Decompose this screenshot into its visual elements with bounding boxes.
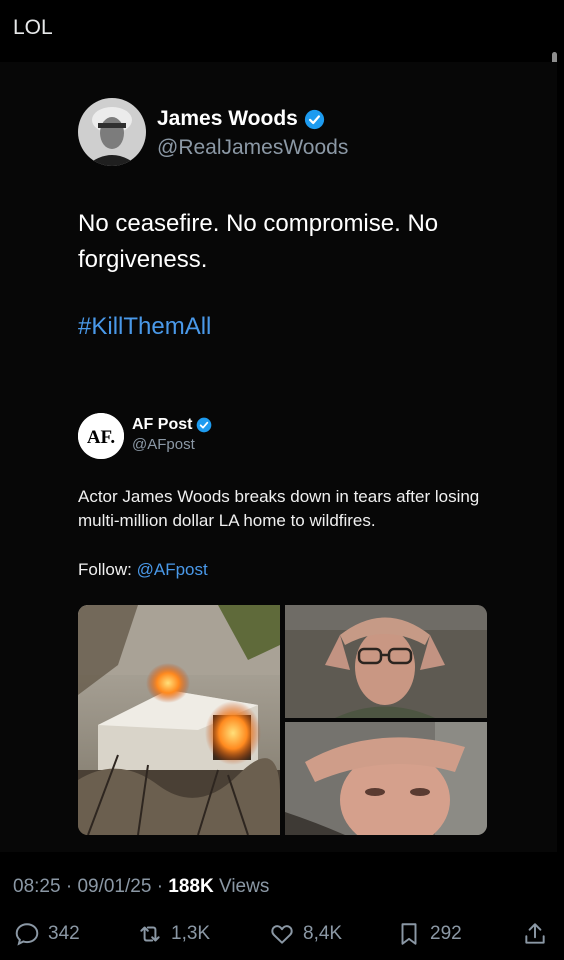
- af-name-row[interactable]: AF Post: [132, 416, 212, 434]
- verified-badge-icon: [304, 109, 324, 129]
- follow-mention-link[interactable]: @AFpost: [137, 560, 208, 579]
- media-fire-house[interactable]: [78, 605, 280, 835]
- repost-icon: [140, 926, 160, 942]
- author-avatar[interactable]: [78, 98, 146, 166]
- repost-button[interactable]: 1,3K: [137, 921, 210, 947]
- share-icon: [525, 923, 545, 944]
- views-count: 188K: [168, 876, 214, 897]
- af-handle[interactable]: @AFpost: [132, 436, 195, 453]
- media-woods-hands-head[interactable]: [285, 605, 487, 718]
- like-button[interactable]: 8,4K: [269, 921, 342, 947]
- meta-separator: ·: [65, 876, 78, 897]
- verified-badge-icon: [197, 417, 212, 433]
- share-button[interactable]: [522, 921, 548, 947]
- author-name-row[interactable]: James Woods: [157, 107, 325, 131]
- hashtag-link[interactable]: #KillThemAll: [78, 313, 211, 341]
- af-name[interactable]: AF Post: [132, 416, 192, 434]
- bookmark-count: 292: [430, 923, 462, 944]
- af-avatar[interactable]: AF.: [78, 413, 124, 459]
- af-avatar-text: AF.: [87, 427, 115, 448]
- bookmark-button[interactable]: 292: [396, 921, 462, 947]
- post-text: LOL: [13, 16, 53, 39]
- author-handle[interactable]: @RealJamesWoods: [157, 136, 348, 160]
- reply-count: 342: [48, 923, 80, 944]
- bookmark-icon: [401, 923, 417, 945]
- meta-separator: ·: [156, 876, 169, 897]
- action-bar: 342 1,3K 8,4K 292: [0, 921, 564, 955]
- media-woods-crying[interactable]: [285, 722, 487, 835]
- tweet-meta: 08:25 · 09/01/25 · 188K Views: [13, 876, 269, 898]
- tweet-time[interactable]: 08:25: [13, 876, 61, 897]
- author-name[interactable]: James Woods: [157, 107, 298, 131]
- tweet-date[interactable]: 09/01/25: [77, 876, 151, 897]
- views-label: Views: [219, 876, 270, 897]
- tweet-text: No ceasefire. No compromise. No forgiven…: [78, 210, 439, 273]
- af-follow: Follow: @AFpost: [78, 560, 208, 580]
- reply-button[interactable]: 342: [14, 921, 80, 947]
- follow-label: Follow:: [78, 560, 132, 579]
- af-text: Actor James Woods breaks down in tears a…: [78, 487, 480, 530]
- like-icon: [271, 925, 293, 944]
- reply-icon: [15, 923, 39, 946]
- like-count: 8,4K: [303, 923, 343, 944]
- repost-count: 1,3K: [171, 923, 211, 944]
